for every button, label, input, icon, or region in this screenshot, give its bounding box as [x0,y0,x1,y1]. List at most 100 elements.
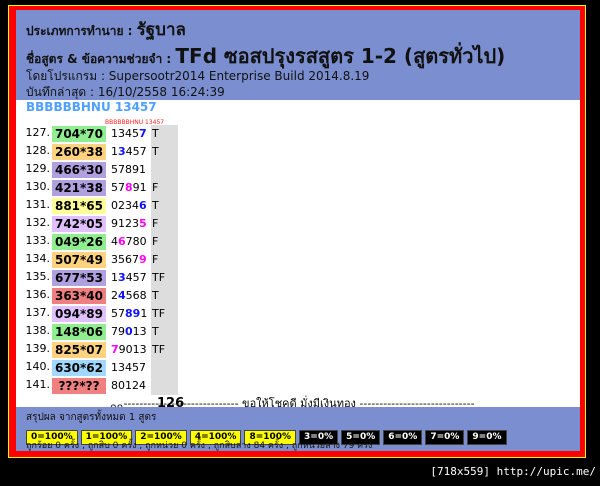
row-digits: 46780 [111,234,147,250]
row-pair: 049*26 [52,234,106,250]
row-result: F [151,216,177,232]
row-digits: 57891 [111,180,147,196]
predictor-label: ประเภทการทำนาย : [26,24,137,38]
row-number: 132. [25,216,51,229]
digits-highlight: 5 [139,217,147,230]
row-result: TF [151,306,177,322]
row-result: T [151,126,177,142]
digits-plain: 568 [125,289,147,302]
row-pair: 507*49 [52,252,106,268]
row-result: F [151,180,177,196]
digits-plain: 79 [111,325,125,338]
digit-badge: 6=0% [383,430,423,445]
row-number: 141. [25,378,51,391]
row-number: 131. [25,198,51,211]
digits-plain: 91 [132,181,147,194]
digits-plain: 13 [132,325,147,338]
summary-title: สรุปผล จากสูตรทั้งหมด 1 สูตร [26,412,157,423]
row-digits: 35679 [111,252,147,268]
digits-plain: 4 [111,235,118,248]
header-panel: ประเภทการทำนาย : รัฐบาล ชื่อสูตร & ข้อคว… [16,10,580,100]
digits-plain: 1345 [111,127,139,140]
digits-plain: 80124 [111,379,146,392]
digits-plain: 13457 [111,361,146,374]
formula-value: TFd ซอสปรุงรสสูตร 1-2 (สูตรทั่วไป) [175,44,506,68]
summary-footer: สรุปผล จากสูตรทั้งหมด 1 สูตร 0=100% 1=100… [16,407,580,451]
row-number: 138. [25,324,51,337]
row-pair: 148*06 [52,324,106,340]
predictor-line: ประเภทการทำนาย : รัฐบาล [26,16,186,43]
row-pair: 466*30 [52,162,106,178]
row-digits: 13457 [111,360,147,376]
digits-plain: 9123 [111,217,139,230]
row-number: 133. [25,234,51,247]
digits-plain: 1 [111,271,118,284]
digits-plain: 57 [111,181,125,194]
predictor-value: รัฐบาล [136,20,186,40]
digits-heading: BBBBBBHNU 13457 [26,100,157,114]
row-pair: 742*05 [52,216,106,232]
row-result: T [151,198,177,214]
digits-plain: 1 [140,307,148,320]
row-digits: 13457 [111,144,147,160]
digits-highlight: 3 [118,271,126,284]
row-number: 137. [25,306,51,319]
row-pair: 260*38 [52,144,106,160]
row-result: T [151,324,177,340]
digit-badge: 9=0% [467,430,507,445]
digits-plain: 457 [125,271,147,284]
row-digits: 79013 [111,342,147,358]
digits-plain: 3567 [111,253,139,266]
upic-watermark[interactable]: [718x559] http://upic.me/ [430,465,596,478]
row-pair: 881*65 [52,198,106,214]
row-pair: 677*53 [52,270,106,286]
row-pair: 704*70 [52,126,106,142]
digit-badge: 7=0% [425,430,465,445]
digits-plain: 2 [111,289,118,302]
digits-highlight: 3 [118,145,126,158]
digits-highlight: 9 [139,253,147,266]
digits-plain: 57891 [111,163,146,176]
row-pair: 630*62 [52,360,106,376]
results-panel: BBBBBBHNU 13457 BBBBBBHNU 13457 127. 704*… [16,100,580,430]
row-result [151,378,177,394]
digits-plain: 57 [111,307,125,320]
row-digits: 80124 [111,378,147,394]
row-pair: 094*89 [52,306,106,322]
digits-plain: 9013 [118,343,147,356]
row-number: 130. [25,180,51,193]
row-result: T [151,288,177,304]
digits-highlight: 6 [118,235,126,248]
formula-label: ชื่อสูตร & ข้อความช่วยจำ : [26,52,176,66]
row-pair: 363*40 [52,288,106,304]
row-result [151,360,177,376]
row-result: T [151,144,177,160]
digits-highlight: 89 [125,307,141,320]
row-result: TF [151,270,177,286]
row-result [151,162,177,178]
row-digits: 24568 [111,288,147,304]
row-pair: ???*?? [52,378,106,394]
digits-plain: 0234 [111,199,139,212]
digits-highlight: 4 [118,289,126,302]
digits-plain: 780 [125,235,147,248]
row-result: TF [151,342,177,358]
row-result: F [151,234,177,250]
digits-highlight: 6 [139,199,147,212]
digits-highlight: 8 [125,181,133,194]
row-number: 129. [25,162,51,175]
digits-highlight: 7 [139,127,147,140]
row-digits: 57891 [111,306,147,322]
digits-highlight: 0 [125,325,133,338]
row-pair: 825*07 [52,342,106,358]
row-number: 135. [25,270,51,283]
row-number: 140. [25,360,51,373]
row-number: 128. [25,144,51,157]
row-digits: 13457 [111,270,147,286]
row-digits: 91235 [111,216,147,232]
digits-plain: 1 [111,145,118,158]
row-digits: 79013 [111,324,147,340]
digits-plain: 457 [125,145,147,158]
row-number: 127. [25,126,51,139]
row-result: F [151,252,177,268]
